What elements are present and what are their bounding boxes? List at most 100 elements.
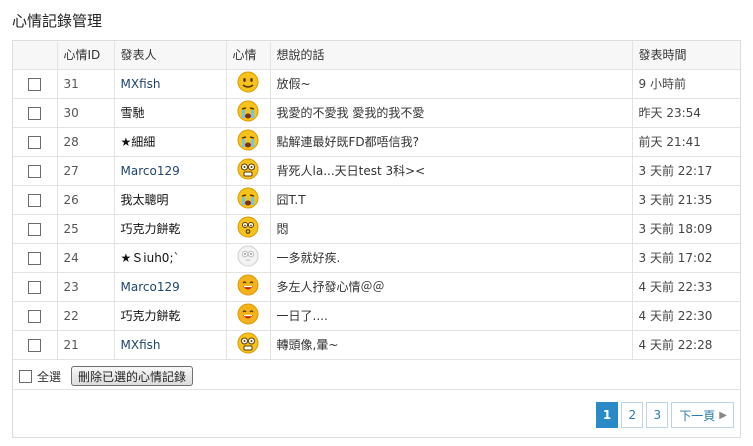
table-row: 23 Marco129 多左人抒發心情＠＠ 4 天前 22:33 xyxy=(13,272,740,302)
mood-text: 一多就好疾. xyxy=(270,243,633,273)
user-cell: 巧克力餅乾 xyxy=(114,214,227,244)
ghost-icon xyxy=(237,245,259,270)
row-checkbox-cell xyxy=(13,98,58,128)
grin-icon xyxy=(237,274,259,299)
mood-text: 多左人抒發心情＠＠ xyxy=(270,272,633,302)
mood-cell xyxy=(226,243,271,273)
post-time: 昨天 23:54 xyxy=(632,98,740,128)
table-row: 27 Marco129 背死人la...天日test 3科>< 3 天前 22:17 xyxy=(13,156,740,186)
mood-id: 25 xyxy=(57,214,115,244)
table-row: 21 MXfish 轉頭像,暈~ 4 天前 22:28 xyxy=(13,330,740,360)
crying-icon xyxy=(237,129,259,154)
crying-icon xyxy=(237,100,259,125)
mood-cell xyxy=(226,156,271,186)
header-user: 發表人 xyxy=(114,41,227,70)
row-checkbox[interactable] xyxy=(28,222,42,236)
row-checkbox[interactable] xyxy=(28,164,42,178)
row-checkbox-cell xyxy=(13,127,58,157)
post-time: 3 天前 17:02 xyxy=(632,243,740,273)
user-name: 我太聰明 xyxy=(120,193,169,207)
row-checkbox-cell xyxy=(13,214,58,244)
header-text: 想說的話 xyxy=(270,41,633,70)
mood-text: 囧T.T xyxy=(270,185,633,215)
row-checkbox[interactable] xyxy=(28,193,42,207)
page-3-button[interactable]: 3 xyxy=(646,402,669,428)
post-time: 3 天前 22:17 xyxy=(632,156,740,186)
bulk-actions: 全選 刪除已選的心情記錄 xyxy=(19,365,194,387)
table-row: 24 ★Ｓiuh0;` 一多就好疾. 3 天前 17:02 xyxy=(13,243,740,273)
user-cell: MXfish xyxy=(114,330,227,360)
mood-id: 22 xyxy=(57,301,115,331)
mood-text: 一日了.... xyxy=(270,301,633,331)
row-checkbox[interactable] xyxy=(28,106,42,120)
user-name[interactable]: MXfish xyxy=(121,338,161,352)
mood-cell xyxy=(226,272,271,302)
sulky-icon xyxy=(237,216,259,241)
smile-icon xyxy=(237,71,259,96)
chevron-right-icon: ▶ xyxy=(719,409,727,421)
mood-id: 26 xyxy=(57,185,115,215)
dizzy-icon xyxy=(237,158,259,183)
delete-selected-button[interactable]: 刪除已選的心情記錄 xyxy=(71,366,194,386)
crying-icon xyxy=(237,187,259,212)
post-time: 前天 21:41 xyxy=(632,127,740,157)
post-time: 4 天前 22:33 xyxy=(632,272,740,302)
user-name[interactable]: Marco129 xyxy=(121,280,180,294)
user-cell: MXfish xyxy=(114,69,227,99)
user-name[interactable]: MXfish xyxy=(121,77,161,91)
mood-text: 背死人la...天日test 3科>< xyxy=(270,156,633,186)
row-checkbox[interactable] xyxy=(28,135,42,149)
post-time: 3 天前 21:35 xyxy=(632,185,740,215)
row-checkbox[interactable] xyxy=(28,309,42,323)
dizzy-icon xyxy=(237,332,259,357)
mood-id: 31 xyxy=(57,69,115,99)
header-id: 心情ID xyxy=(57,41,115,70)
table-row: 22 巧克力餅乾 一日了.... 4 天前 22:30 xyxy=(13,301,740,331)
mood-records-panel: 心情ID 發表人 心情 想說的話 發表時間 31 MXfish 放假~ 9 小時前 30… xyxy=(12,40,741,438)
mood-id: 28 xyxy=(57,127,115,157)
row-checkbox-cell xyxy=(13,243,58,273)
row-checkbox[interactable] xyxy=(28,251,42,265)
user-cell: 雪馳 xyxy=(114,98,227,128)
divider xyxy=(13,389,740,390)
header-time: 發表時間 xyxy=(632,41,740,70)
post-time: 9 小時前 xyxy=(632,69,740,99)
table-header-row: 心情ID 發表人 心情 想說的話 發表時間 xyxy=(13,41,740,70)
page-1-button[interactable]: 1 xyxy=(595,402,619,428)
row-checkbox-cell xyxy=(13,69,58,99)
mood-id: 24 xyxy=(57,243,115,273)
mood-id: 30 xyxy=(57,98,115,128)
mood-cell xyxy=(226,185,271,215)
mood-text: 轉頭像,暈~ xyxy=(270,330,633,360)
next-page-label: 下一頁 xyxy=(679,408,716,423)
mood-cell xyxy=(226,301,271,331)
mood-cell xyxy=(226,69,271,99)
user-name: ★細細 xyxy=(120,135,156,149)
page-title: 心情記錄管理 xyxy=(12,12,103,30)
mood-cell xyxy=(226,330,271,360)
mood-text: 點解連最好既FD都唔信我? xyxy=(270,127,633,157)
row-checkbox-cell xyxy=(13,301,58,331)
post-time: 3 天前 18:09 xyxy=(632,214,740,244)
user-name[interactable]: Marco129 xyxy=(121,164,180,178)
pagination: 1 2 3 下一頁 ▶ xyxy=(595,402,734,428)
mood-records-table: 心情ID 發表人 心情 想說的話 發表時間 31 MXfish 放假~ 9 小時前 30… xyxy=(13,41,740,360)
select-all-label[interactable]: 全選 xyxy=(37,368,61,385)
user-cell: ★細細 xyxy=(114,127,227,157)
row-checkbox-cell xyxy=(13,156,58,186)
header-checkbox-column xyxy=(13,41,58,70)
mood-id: 27 xyxy=(57,156,115,186)
mood-text: 放假~ xyxy=(270,69,633,99)
table-row: 28 ★細細 點解連最好既FD都唔信我? 前天 21:41 xyxy=(13,127,740,157)
next-page-button[interactable]: 下一頁 ▶ xyxy=(671,402,734,428)
mood-id: 23 xyxy=(57,272,115,302)
user-cell: Marco129 xyxy=(114,156,227,186)
row-checkbox[interactable] xyxy=(28,77,42,91)
select-all-checkbox[interactable] xyxy=(19,369,32,383)
row-checkbox[interactable] xyxy=(28,280,42,294)
row-checkbox[interactable] xyxy=(28,338,42,352)
mood-text: 悶 xyxy=(270,214,633,244)
grin-icon xyxy=(237,303,259,328)
page-2-button[interactable]: 2 xyxy=(621,402,644,428)
table-row: 25 巧克力餅乾 悶 3 天前 18:09 xyxy=(13,214,740,244)
